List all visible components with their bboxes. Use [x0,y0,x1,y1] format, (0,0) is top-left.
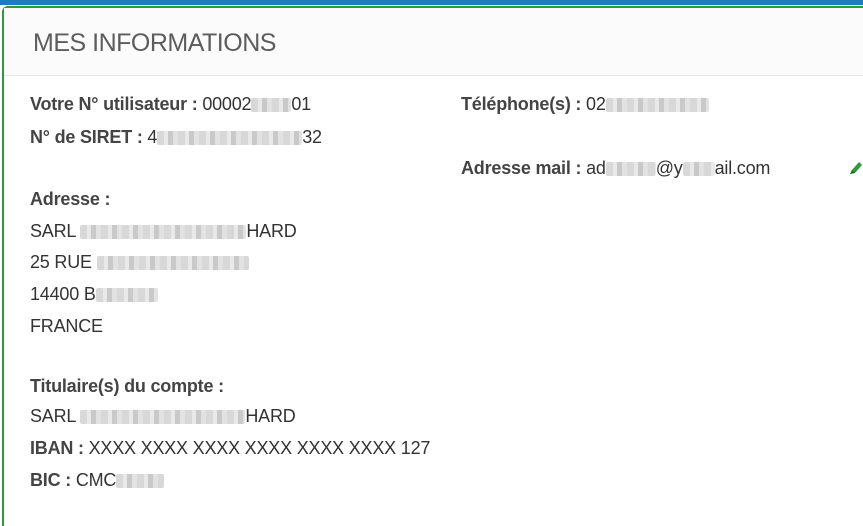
user-number-label: Votre N° utilisateur : [30,94,198,114]
phone-prefix: 02 [586,94,606,114]
redacted-block [80,410,246,424]
siret-prefix: 4 [147,127,158,147]
panel-title: MES INFORMATIONS [33,29,276,57]
bic-label: BIC : [30,470,71,490]
address-line3: 14400 B [30,284,158,305]
account-holder-row: SARL HARD [30,406,296,427]
phone-label: Téléphone(s) : [461,94,582,114]
email-part3: ail.com [714,158,771,178]
iban-label: IBAN : [30,438,84,458]
address-line2: 25 RUE [30,252,249,273]
pencil-icon[interactable] [848,159,863,177]
account-holder-prefix: SARL [30,406,76,426]
user-number-row: Votre N° utilisateur : 00002 01 [30,94,311,115]
account-holder-label: Titulaire(s) du compte : [30,376,224,396]
redacted-block [605,162,656,176]
bic-row: BIC : CMC [30,470,165,491]
account-holder-suffix: HARD [245,406,296,426]
redacted-block [95,288,158,302]
panel-header: MES INFORMATIONS [4,8,863,76]
account-holder-label-row: Titulaire(s) du compte : [30,376,224,397]
address-line2-prefix: 25 RUE [30,252,92,272]
user-number-suffix: 01 [291,94,311,114]
address-label: Adresse : [30,189,111,209]
siret-label: N° de SIRET : [30,127,143,147]
iban-row: IBAN : XXXX XXXX XXXX XXXX XXXX XXXX 127 [30,438,430,459]
redacted-block [116,474,165,488]
address-label-row: Adresse : [30,189,110,210]
siret-suffix: 32 [302,127,322,147]
iban-value: XXXX XXXX XXXX XXXX XXXX XXXX 127 [88,438,431,458]
address-line1-prefix: SARL [30,221,76,241]
user-number-prefix: 00002 [202,94,252,114]
redacted-block [157,131,303,145]
address-country-value: FRANCE [30,316,103,336]
redacted-block [251,98,292,112]
bic-prefix: CMC [75,470,117,490]
email-label: Adresse mail : [461,158,582,178]
redacted-block [80,225,247,239]
phone-row: Téléphone(s) : 02 [461,94,709,115]
email-part1: ad [586,158,606,178]
address-country: FRANCE [30,316,103,337]
siret-row: N° de SIRET : 4 32 [30,127,322,148]
address-line1: SARL HARD [30,221,297,242]
address-line3-prefix: 14400 B [30,284,96,304]
top-accent-bar [0,0,863,5]
redacted-block [682,162,715,176]
email-row: Adresse mail : ad @y ail.com [461,158,770,179]
address-line1-suffix: HARD [246,221,297,241]
redacted-block [96,256,249,270]
redacted-block [605,98,709,112]
email-part2: @y [655,158,683,178]
